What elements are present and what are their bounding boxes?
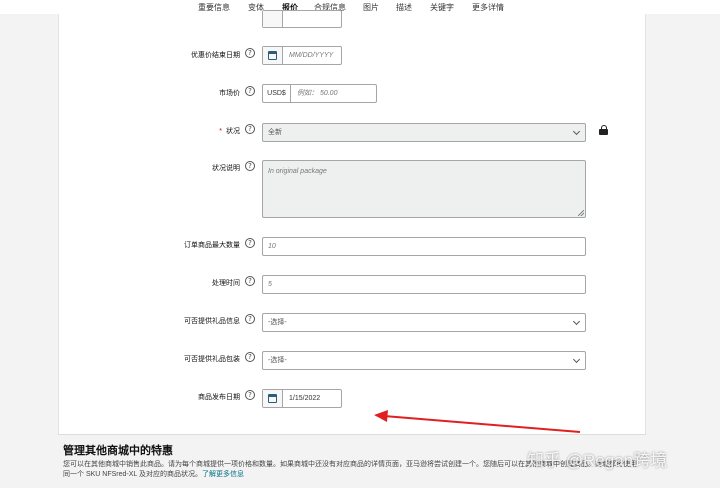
watermark: 知乎 @Regan跨境: [527, 451, 668, 470]
section-title: 管理其他商城中的特惠: [63, 445, 173, 457]
red-arrow-annotation: [374, 410, 581, 433]
learn-more-link[interactable]: 了解更多信息: [202, 471, 244, 478]
